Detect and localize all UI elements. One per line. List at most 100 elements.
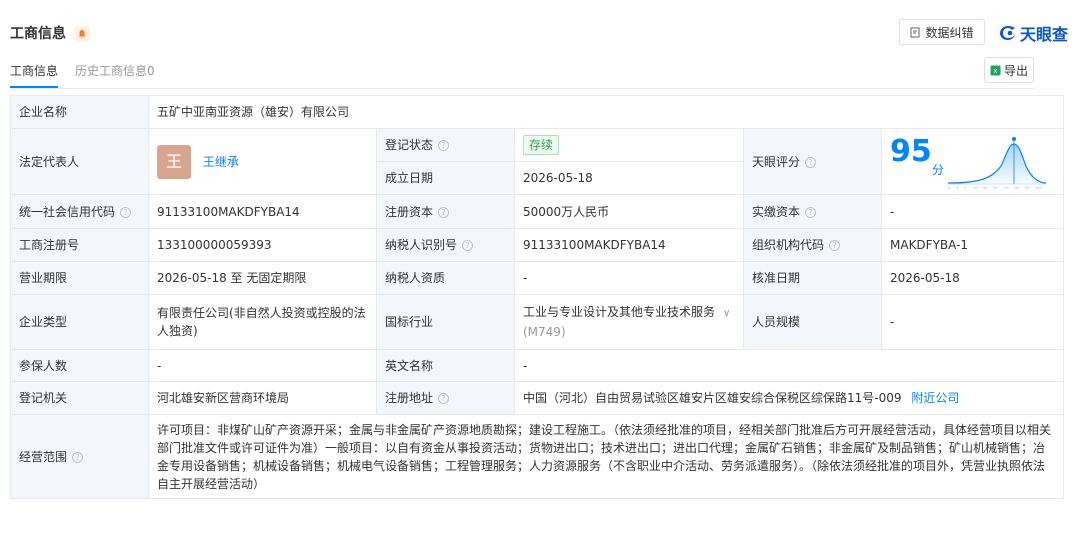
score-label-cell: 天眼评分?: [743, 128, 882, 195]
data-correction-label: 数据纠错: [925, 25, 974, 40]
reg-address-value: 中国（河北）自由贸易试验区雄安片区雄安综合保税区综保路11号-009: [523, 391, 902, 405]
export-label: 导出: [1003, 63, 1028, 78]
help-icon[interactable]: ?: [438, 393, 450, 404]
credit-code-value: 91133100MAKDFYBA14: [148, 194, 377, 229]
reg-number-label: 工商注册号: [10, 228, 149, 262]
svg-text:15: 15: [973, 186, 977, 190]
org-code-value: MAKDFYBA-1: [880, 228, 1065, 262]
paid-capital-label-cell: 实缴资本?: [743, 194, 882, 229]
approval-date-label: 核准日期: [743, 261, 882, 295]
credit-code-label: 统一社会信用代码: [19, 204, 116, 219]
svg-text:30: 30: [983, 186, 987, 190]
insured-label: 参保人数: [10, 349, 149, 382]
establish-date-label: 成立日期: [376, 161, 515, 195]
reg-address-label-cell: 注册地址?: [376, 381, 515, 415]
table-row: 企业名称 五矿中亚南亚资源（雄安）有限公司: [10, 95, 1065, 129]
section-header: 工商信息 数据纠错 天眼查: [10, 18, 1070, 48]
brand-logo: 天眼查: [999, 21, 1068, 45]
reg-status-label-cell: 登记状态?: [376, 128, 515, 162]
reg-address-cell: 中国（河北）自由贸易试验区雄安片区雄安综合保税区综保路11号-009 附近公司: [513, 381, 1065, 415]
table-row: 法定代表人 王 王继承 登记状态? 存续 天眼评分? 95 分 0 1 3 15…: [10, 128, 1065, 195]
english-name-value: -: [513, 349, 1065, 382]
insured-value: -: [148, 349, 377, 382]
status-badge: 存续: [523, 135, 560, 155]
svg-text:0: 0: [948, 186, 950, 190]
legal-rep-label: 法定代表人: [10, 128, 149, 195]
scope-label: 经营范围: [19, 449, 68, 464]
reg-capital-label-cell: 注册资本?: [376, 194, 515, 229]
approval-date-value: 2026-05-18: [880, 261, 1065, 295]
score-label: 天眼评分: [752, 154, 801, 169]
reg-number-value: 133100000059393: [148, 228, 377, 262]
help-icon[interactable]: ?: [462, 240, 474, 251]
excel-icon: x: [990, 65, 1001, 75]
tab-divider: [10, 88, 1034, 89]
reg-address-label: 注册地址: [385, 391, 434, 405]
company-name-label: 企业名称: [10, 95, 149, 129]
company-name-value: 五矿中亚南亚资源（雄安）有限公司: [147, 95, 1065, 129]
score-distribution-chart: 0 1 3 15 30 50 70 80 90 100: [947, 136, 1047, 190]
svg-text:90: 90: [1025, 186, 1029, 190]
scope-label-cell: 经营范围?: [10, 414, 149, 499]
industry-cell[interactable]: 工业与专业设计及其他专业技术服务 ∨ (M749): [514, 294, 744, 350]
score-cell[interactable]: 95 分 0 1 3 15 30 50 70 80 90 100: [880, 128, 1065, 195]
help-icon[interactable]: ?: [120, 206, 132, 218]
org-code-label: 组织机构代码: [752, 238, 825, 252]
chevron-down-icon[interactable]: ∨: [723, 305, 730, 323]
taxpayer-qual-value: -: [514, 261, 744, 295]
reg-authority-value: 河北雄安新区营商环境局: [148, 381, 377, 415]
bell-icon[interactable]: [74, 26, 90, 42]
export-button[interactable]: x 导出: [984, 57, 1034, 83]
help-icon[interactable]: ?: [805, 156, 817, 168]
company-type-value: 有限责任公司(非自然人投资或控股的法人独资): [148, 294, 377, 350]
taxpayer-id-label-cell: 纳税人识别号?: [376, 228, 515, 262]
table-row: 经营范围? 许可项目：非煤矿山矿产资源开采；金属与非金属矿产资源地质勘探；建设工…: [10, 414, 1065, 499]
taxpayer-id-value: 91133100MAKDFYBA14: [514, 228, 744, 262]
help-icon[interactable]: ?: [829, 240, 841, 251]
svg-text:80: 80: [1015, 186, 1019, 190]
correction-icon: [910, 27, 920, 37]
table-row: 登记机关 河北雄安新区营商环境局 注册地址? 中国（河北）自由贸易试验区雄安片区…: [10, 381, 1065, 415]
help-icon[interactable]: ?: [438, 140, 450, 151]
help-icon[interactable]: ?: [72, 451, 84, 463]
english-name-label: 英文名称: [376, 349, 515, 382]
taxpayer-qual-label: 纳税人资质: [376, 261, 515, 295]
table-row: 工商注册号 133100000059393 纳税人识别号? 91133100MA…: [10, 228, 1065, 262]
legal-rep-name-link[interactable]: 王继承: [203, 153, 239, 171]
scope-value: 许可项目：非煤矿山矿产资源开采；金属与非金属矿产资源地质勘探；建设工程施工。（依…: [147, 414, 1065, 499]
reg-authority-label: 登记机关: [10, 381, 149, 415]
establish-date-value: 2026-05-18: [514, 161, 744, 195]
business-term-value: 2026-05-18 至 无固定期限: [148, 261, 377, 295]
section-title: 工商信息: [10, 26, 66, 42]
svg-text:x: x: [993, 67, 997, 75]
data-correction-button[interactable]: 数据纠错: [899, 19, 985, 45]
score-unit: 分: [932, 162, 945, 177]
industry-code: (M749): [523, 325, 566, 339]
help-icon[interactable]: ?: [438, 206, 450, 218]
avatar[interactable]: 王: [157, 144, 191, 179]
nearby-companies-link[interactable]: 附近公司: [911, 391, 959, 405]
svg-text:1: 1: [956, 186, 958, 190]
reg-capital-value: 50000万人民币: [514, 194, 744, 229]
svg-text:3: 3: [964, 186, 966, 190]
taxpayer-id-label: 纳税人识别号: [385, 238, 458, 252]
table-row: 营业期限 2026-05-18 至 无固定期限 纳税人资质 - 核准日期 202…: [10, 261, 1065, 295]
table-row: 统一社会信用代码? 91133100MAKDFYBA14 注册资本? 50000…: [10, 194, 1065, 229]
staff-size-value: -: [880, 294, 1065, 350]
reg-status-cell: 存续: [514, 128, 744, 162]
staff-size-label: 人员规模: [743, 294, 882, 350]
industry-label: 国标行业: [376, 294, 515, 350]
help-icon[interactable]: ?: [805, 206, 817, 218]
business-info-table: 企业名称 五矿中亚南亚资源（雄安）有限公司 法定代表人 王 王继承 登记状态? …: [10, 95, 1065, 499]
brand-name: 天眼查: [1019, 25, 1068, 44]
credit-code-label-cell: 统一社会信用代码?: [10, 194, 149, 229]
tab-business-info[interactable]: 工商信息: [10, 62, 58, 79]
brand-eye-icon: [999, 26, 1015, 40]
svg-text:70: 70: [1004, 186, 1008, 190]
score-value: 95: [890, 133, 932, 169]
svg-text:100: 100: [1035, 186, 1042, 190]
industry-value: 工业与专业设计及其他专业技术服务: [523, 305, 716, 319]
legal-rep-cell: 王 王继承: [148, 128, 377, 195]
tab-history-business-info[interactable]: 历史工商信息0: [75, 62, 155, 79]
table-row: 参保人数 - 英文名称 -: [10, 349, 1065, 382]
